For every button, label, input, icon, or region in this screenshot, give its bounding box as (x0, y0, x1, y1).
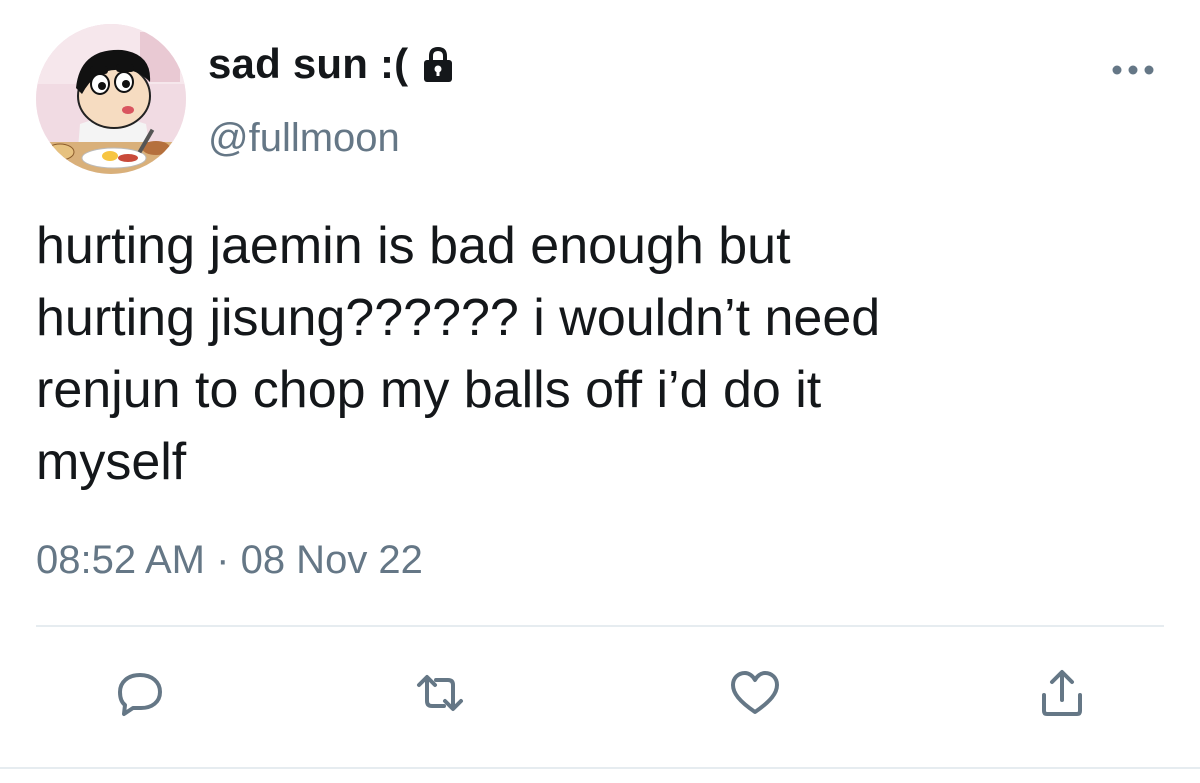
tweet-text: hurting jaemin is bad enough but hurting… (36, 210, 1146, 498)
timestamp-separator: · (216, 538, 241, 582)
avatar[interactable] (36, 24, 186, 174)
reply-button[interactable] (110, 665, 170, 725)
retweet-icon (414, 667, 466, 724)
timestamp[interactable]: 08:52 AM · 08 Nov 22 (36, 538, 423, 583)
avatar-cartoon-image (36, 24, 186, 174)
author-name-row: sad sun :( (208, 40, 458, 88)
reply-icon (114, 667, 166, 724)
share-icon (1036, 667, 1088, 724)
tweet-time: 08:52 AM (36, 538, 206, 582)
lock-icon (418, 44, 458, 84)
divider (36, 625, 1164, 627)
share-button[interactable] (1032, 665, 1092, 725)
tweet-card: sad sun :( @fullmoon hurting jaemin is b… (0, 0, 1200, 783)
tweet-date: 08 Nov 22 (240, 538, 423, 582)
tweet-text-line: hurting jaemin is bad enough but (36, 217, 791, 275)
retweet-button[interactable] (410, 665, 470, 725)
tweet-text-line: hurting jisung?????? i wouldn’t need (36, 289, 881, 347)
tweet-text-line: renjun to chop my balls off i’d do it (36, 361, 822, 419)
more-icon[interactable] (1108, 60, 1158, 80)
display-name[interactable]: sad sun :( (208, 40, 408, 88)
tweet-actions (0, 665, 1200, 725)
tweet-text-line: myself (36, 433, 187, 491)
bottom-divider (0, 767, 1200, 769)
like-button[interactable] (725, 665, 785, 725)
heart-icon (729, 667, 781, 724)
user-handle[interactable]: @fullmoon (208, 116, 400, 161)
